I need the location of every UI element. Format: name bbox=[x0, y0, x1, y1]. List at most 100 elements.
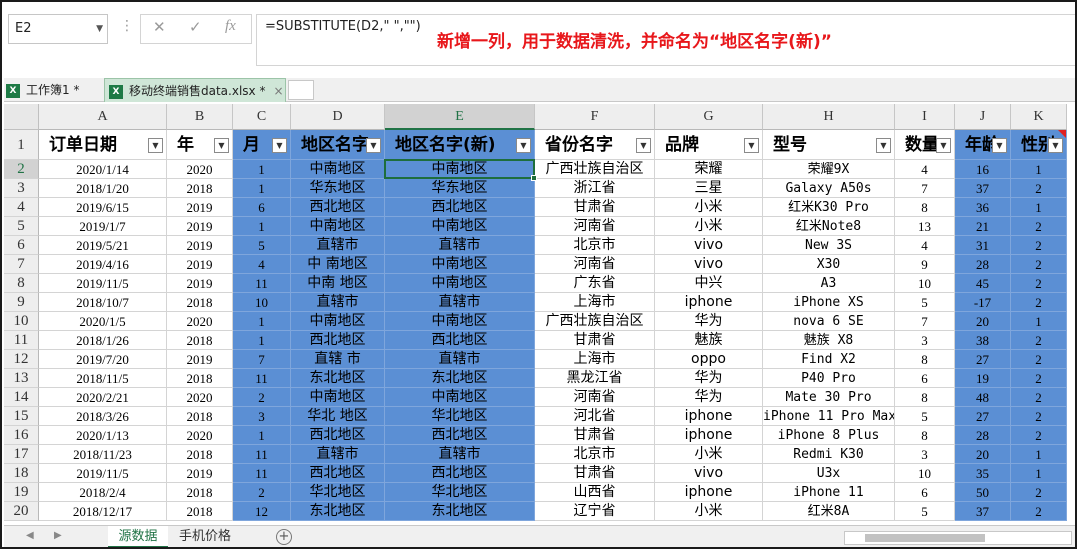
cell-age[interactable]: 20 bbox=[955, 312, 1011, 331]
header-cell-model[interactable]: 型号 ▼ bbox=[763, 130, 895, 160]
cell-province[interactable]: 广西壮族自治区 bbox=[535, 160, 655, 179]
cell-gender[interactable]: 2 bbox=[1011, 274, 1067, 293]
cell-quantity[interactable]: 8 bbox=[895, 426, 955, 445]
cell-region[interactable]: 中南地区 bbox=[291, 388, 385, 407]
cell-year[interactable]: 2018 bbox=[167, 502, 233, 521]
cell-order-date[interactable]: 2018/11/5 bbox=[39, 369, 167, 388]
filter-dropdown-icon[interactable]: ▼ bbox=[148, 138, 163, 153]
cell-year[interactable]: 2020 bbox=[167, 160, 233, 179]
cell-age[interactable]: 50 bbox=[955, 483, 1011, 502]
row-header[interactable]: 6 bbox=[4, 236, 39, 255]
horizontal-scrollbar[interactable] bbox=[844, 531, 1072, 545]
cell-age[interactable]: 37 bbox=[955, 502, 1011, 521]
more-options-icon[interactable]: ⋮ bbox=[120, 18, 135, 34]
cell-brand[interactable]: oppo bbox=[655, 350, 763, 369]
cell-gender[interactable]: 2 bbox=[1011, 350, 1067, 369]
cell-province[interactable]: 黑龙江省 bbox=[535, 369, 655, 388]
cell-order-date[interactable]: 2018/12/17 bbox=[39, 502, 167, 521]
cell-month[interactable]: 2 bbox=[233, 388, 291, 407]
cell-order-date[interactable]: 2019/7/20 bbox=[39, 350, 167, 369]
cell-age[interactable]: 20 bbox=[955, 445, 1011, 464]
cell-region[interactable]: 中南地区 bbox=[291, 160, 385, 179]
cell-region[interactable]: 东北地区 bbox=[291, 369, 385, 388]
cell-order-date[interactable]: 2019/11/5 bbox=[39, 464, 167, 483]
row-header[interactable]: 16 bbox=[4, 426, 39, 445]
cell-brand[interactable]: 华为 bbox=[655, 312, 763, 331]
cell-province[interactable]: 甘肃省 bbox=[535, 464, 655, 483]
cell-order-date[interactable]: 2018/3/26 bbox=[39, 407, 167, 426]
new-tab-button[interactable] bbox=[288, 80, 314, 100]
cell-year[interactable]: 2018 bbox=[167, 331, 233, 350]
cell-gender[interactable]: 2 bbox=[1011, 293, 1067, 312]
cell-region-new[interactable]: 直辖市 bbox=[385, 445, 535, 464]
cell-region[interactable]: 直辖 市 bbox=[291, 350, 385, 369]
cell-province[interactable]: 上海市 bbox=[535, 350, 655, 369]
cell-gender[interactable]: 1 bbox=[1011, 198, 1067, 217]
cell-gender[interactable]: 1 bbox=[1011, 464, 1067, 483]
cell-region-new[interactable]: 中南地区 bbox=[385, 274, 535, 293]
cell-brand[interactable]: 小米 bbox=[655, 502, 763, 521]
cell-region[interactable]: 东北地区 bbox=[291, 502, 385, 521]
cell-month[interactable]: 1 bbox=[233, 217, 291, 236]
cell-region-new[interactable]: 西北地区 bbox=[385, 464, 535, 483]
row-header[interactable]: 20 bbox=[4, 502, 39, 521]
name-box[interactable]: E2 ▼ bbox=[8, 14, 108, 44]
cell-age[interactable]: 35 bbox=[955, 464, 1011, 483]
cancel-icon[interactable]: ✕ bbox=[153, 18, 166, 36]
row-header[interactable]: 7 bbox=[4, 255, 39, 274]
cell-age[interactable]: 27 bbox=[955, 350, 1011, 369]
cell-quantity[interactable]: 9 bbox=[895, 255, 955, 274]
scroll-right-icon[interactable]: ▶ bbox=[54, 530, 62, 541]
cell-model[interactable]: Redmi K30 bbox=[763, 445, 895, 464]
cell-brand[interactable]: 魅族 bbox=[655, 331, 763, 350]
cell-month[interactable]: 1 bbox=[233, 312, 291, 331]
cell-year[interactable]: 2019 bbox=[167, 274, 233, 293]
cell-province[interactable]: 上海市 bbox=[535, 293, 655, 312]
cell-age[interactable]: 45 bbox=[955, 274, 1011, 293]
row-header[interactable]: 15 bbox=[4, 407, 39, 426]
cell-gender[interactable]: 2 bbox=[1011, 255, 1067, 274]
cell-year[interactable]: 2020 bbox=[167, 312, 233, 331]
filter-dropdown-icon[interactable]: ▼ bbox=[214, 138, 229, 153]
cell-model[interactable]: 荣耀9X bbox=[763, 160, 895, 179]
cell-brand[interactable]: 华为 bbox=[655, 388, 763, 407]
cell-region[interactable]: 西北地区 bbox=[291, 331, 385, 350]
cell-model[interactable]: Find X2 bbox=[763, 350, 895, 369]
confirm-icon[interactable]: ✓ bbox=[189, 18, 202, 36]
cell-month[interactable]: 7 bbox=[233, 350, 291, 369]
cell-quantity[interactable]: 5 bbox=[895, 502, 955, 521]
cell-order-date[interactable]: 2019/11/5 bbox=[39, 274, 167, 293]
cell-year[interactable]: 2020 bbox=[167, 426, 233, 445]
cell-model[interactable]: iPhone XS bbox=[763, 293, 895, 312]
column-header-e[interactable]: E bbox=[385, 104, 535, 130]
cell-province[interactable]: 河北省 bbox=[535, 407, 655, 426]
header-cell-region[interactable]: 地区名字 ▼ bbox=[291, 130, 385, 160]
cell-quantity[interactable]: 3 bbox=[895, 445, 955, 464]
cell-year[interactable]: 2019 bbox=[167, 255, 233, 274]
cell-brand[interactable]: iphone bbox=[655, 483, 763, 502]
cell-region[interactable]: 中南地区 bbox=[291, 312, 385, 331]
cell-model[interactable]: Galaxy A50s bbox=[763, 179, 895, 198]
cell-quantity[interactable]: 8 bbox=[895, 388, 955, 407]
add-sheet-button[interactable]: + bbox=[276, 529, 292, 545]
cell-age[interactable]: 21 bbox=[955, 217, 1011, 236]
cell-gender[interactable]: 2 bbox=[1011, 426, 1067, 445]
cell-model[interactable]: 红米8A bbox=[763, 502, 895, 521]
cell-gender[interactable]: 2 bbox=[1011, 502, 1067, 521]
column-header-i[interactable]: I bbox=[895, 104, 955, 130]
filter-dropdown-icon[interactable]: ▼ bbox=[272, 138, 287, 153]
cell-gender[interactable]: 2 bbox=[1011, 407, 1067, 426]
cell-region-new[interactable]: 华东地区 bbox=[385, 179, 535, 198]
cell-quantity[interactable]: 7 bbox=[895, 312, 955, 331]
cell-age[interactable]: 38 bbox=[955, 331, 1011, 350]
cell-year[interactable]: 2018 bbox=[167, 369, 233, 388]
cell-quantity[interactable]: 4 bbox=[895, 236, 955, 255]
cell-region-new[interactable]: 东北地区 bbox=[385, 502, 535, 521]
column-header-k[interactable]: K bbox=[1011, 104, 1067, 130]
cell-brand[interactable]: vivo bbox=[655, 236, 763, 255]
cell-gender[interactable]: 2 bbox=[1011, 483, 1067, 502]
cell-age[interactable]: 48 bbox=[955, 388, 1011, 407]
cell-quantity[interactable]: 3 bbox=[895, 331, 955, 350]
cell-brand[interactable]: 荣耀 bbox=[655, 160, 763, 179]
cell-age[interactable]: 36 bbox=[955, 198, 1011, 217]
